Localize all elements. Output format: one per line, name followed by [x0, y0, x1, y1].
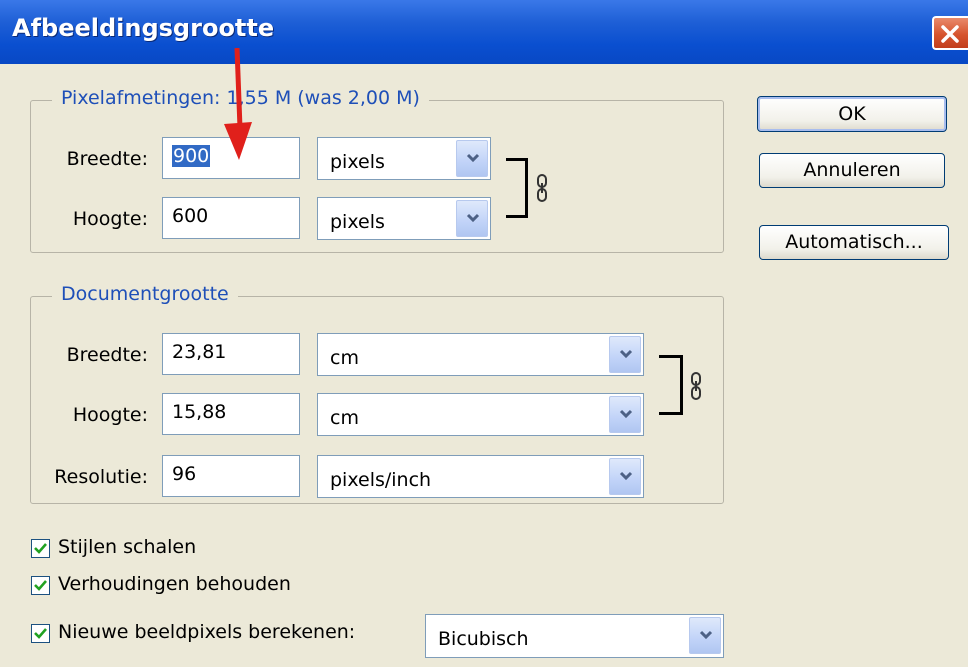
- resolution-label: Resolutie:: [54, 466, 148, 488]
- pixel-link-bracket: [506, 158, 528, 218]
- doc-width-field[interactable]: 23,81: [162, 333, 300, 375]
- pixel-height-unit-select[interactable]: pixels: [317, 197, 491, 240]
- doc-height-unit-value: cm: [330, 407, 359, 429]
- scale-styles-checkbox[interactable]: [31, 539, 50, 558]
- ok-button[interactable]: OK: [757, 96, 947, 132]
- doc-height-unit-select[interactable]: cm: [317, 393, 644, 436]
- doc-width-label: Breedte:: [66, 344, 148, 366]
- chevron-down-icon[interactable]: [456, 200, 488, 237]
- resolution-unit-value: pixels/inch: [330, 469, 432, 491]
- pixel-height-label: Hoogte:: [72, 208, 148, 230]
- pixel-height-unit-value: pixels: [330, 211, 385, 233]
- document-link-bracket: [659, 355, 683, 415]
- chevron-down-icon[interactable]: [609, 458, 641, 495]
- document-size-legend: Documentgrootte: [52, 283, 238, 305]
- resolution-unit-select[interactable]: pixels/inch: [317, 455, 644, 498]
- pixel-height-value: 600: [172, 205, 209, 227]
- pixel-width-unit-select[interactable]: pixels: [317, 137, 491, 180]
- doc-height-label: Hoogte:: [72, 404, 148, 426]
- cancel-button[interactable]: Annuleren: [759, 153, 945, 188]
- constrain-proportions-checkbox[interactable]: [31, 576, 50, 595]
- auto-button-label: Automatisch...: [785, 231, 923, 253]
- checkmark-icon: [34, 543, 47, 554]
- chain-link-icon[interactable]: [690, 372, 702, 400]
- pixel-width-unit-value: pixels: [330, 151, 385, 173]
- resample-method-value: Bicubisch: [438, 628, 529, 650]
- chevron-down-icon[interactable]: [609, 396, 641, 433]
- chevron-down-icon[interactable]: [456, 140, 488, 177]
- chevron-down-icon[interactable]: [609, 336, 641, 373]
- checkmark-icon: [34, 628, 47, 639]
- resample-method-select[interactable]: Bicubisch: [425, 614, 724, 658]
- window-title: Afbeeldingsgrootte: [12, 14, 275, 42]
- close-button[interactable]: [932, 16, 968, 50]
- pixel-width-value: 900: [172, 145, 211, 167]
- doc-width-value: 23,81: [172, 341, 227, 363]
- pixel-height-field[interactable]: 600: [162, 197, 300, 239]
- chain-link-icon[interactable]: [536, 174, 548, 202]
- close-icon: [941, 25, 959, 43]
- doc-height-field[interactable]: 15,88: [162, 393, 300, 435]
- resolution-field[interactable]: 96: [162, 455, 300, 497]
- resample-label[interactable]: Nieuwe beeldpixels berekenen:: [58, 621, 355, 643]
- doc-height-value: 15,88: [172, 401, 227, 423]
- doc-width-unit-select[interactable]: cm: [317, 333, 644, 376]
- chevron-down-icon[interactable]: [689, 617, 721, 654]
- pixel-width-label: Breedte:: [66, 148, 148, 170]
- scale-styles-label[interactable]: Stijlen schalen: [58, 536, 196, 558]
- checkmark-icon: [34, 580, 47, 591]
- doc-width-unit-value: cm: [330, 347, 359, 369]
- title-bar: Afbeeldingsgrootte: [0, 0, 968, 64]
- ok-button-label: OK: [838, 103, 866, 125]
- resample-checkbox[interactable]: [31, 624, 50, 643]
- constrain-proportions-label[interactable]: Verhoudingen behouden: [58, 573, 291, 595]
- cancel-button-label: Annuleren: [803, 159, 901, 181]
- auto-button[interactable]: Automatisch...: [759, 225, 949, 260]
- red-arrow-annotation: [224, 48, 252, 160]
- resolution-value: 96: [172, 463, 197, 485]
